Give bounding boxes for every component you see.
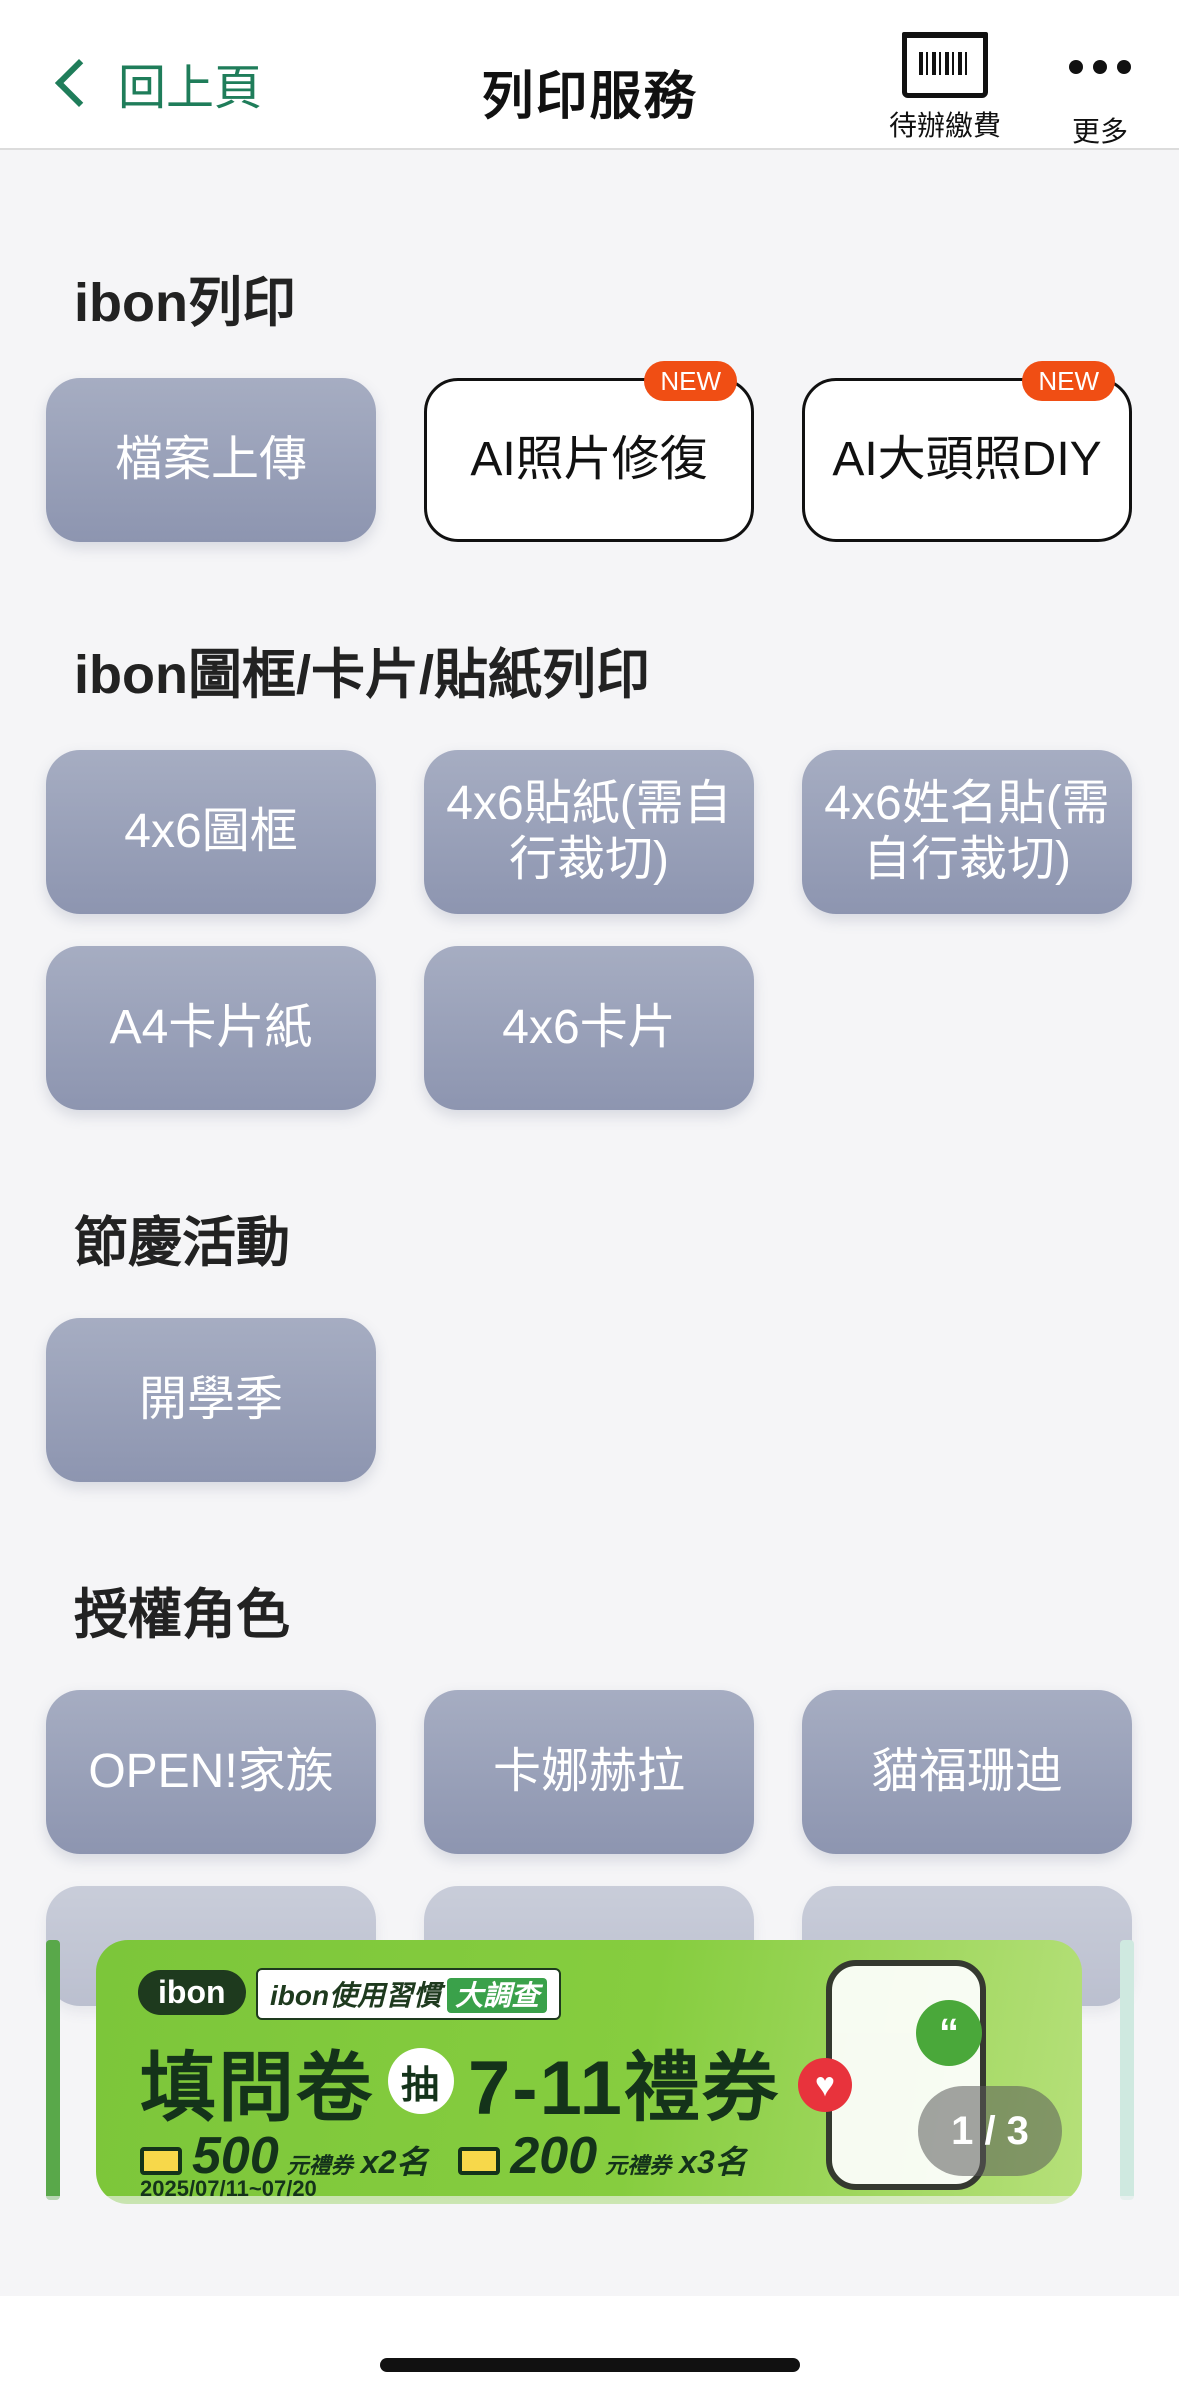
tile-label: 4x6卡片 [502,1001,676,1054]
tile-label: AI大頭照DIY [832,433,1102,486]
tile-label: 4x6圖框 [124,805,298,858]
carousel-next-peek [1120,1940,1134,2200]
tile-back-to-school[interactable]: 開學季 [46,1318,376,1482]
section-title-licensed: 授權角色 [74,1585,290,1645]
tile-label: 檔案上傳 [114,433,307,486]
tile-open-family[interactable]: OPEN!家族 [46,1690,376,1854]
tile-label: A4卡片紙 [109,1001,313,1054]
carousel-prev-peek [46,1940,60,2200]
tile-4x6-name-sticker[interactable]: 4x6姓名貼(需自行裁切) [802,750,1132,914]
new-badge: NEW [1022,361,1115,401]
more-dots-icon [1050,52,1150,82]
tile-a4-card-paper[interactable]: A4卡片紙 [46,946,376,1110]
tile-label: AI照片修復 [470,433,708,486]
tile-label: 4x6姓名貼(需自行裁切) [824,777,1110,886]
headline-draw: 抽 [388,2048,454,2114]
survey-tag: ibon使用習慣 大調查 [256,1968,562,2020]
prize2-unit: 元禮券 [605,2153,672,2178]
tile-4x6-sticker[interactable]: 4x6貼紙(需自行裁切) [424,750,754,914]
prize2-count: x3名 [679,2144,747,2180]
headline-right: 7-11禮券 [468,2046,780,2131]
section-title-festival: 節慶活動 [74,1213,290,1273]
tile-ai-photo-restore[interactable]: AI照片修復 NEW [424,361,754,542]
headline-left: 填問卷 [140,2046,374,2131]
tile-label: OPEN!家族 [88,1745,334,1798]
barcode-icon [902,32,988,98]
section-title-frames: ibon圖框/卡片/貼紙列印 [74,645,650,705]
banner-headline: 填問卷 抽 7-11禮券 [140,2026,780,2136]
tile-4x6-frame[interactable]: 4x6圖框 [46,750,376,914]
bottom-fade [0,2196,1179,2296]
tile-label: 開學季 [138,1373,283,1426]
new-badge: NEW [644,361,737,401]
tile-label: 4x6貼紙(需自行裁切) [446,777,732,886]
pending-payment-button[interactable]: 待辦繳費 [880,32,1010,144]
tile-4x6-card[interactable]: 4x6卡片 [424,946,754,1110]
home-bar-area [0,2296,1179,2398]
prize2-amount: 200 [510,2127,598,2185]
more-label: 更多 [1071,116,1128,147]
nav-bar: 回上頁 列印服務 待辦繳費 更多 [0,0,1179,150]
survey-tag-highlight: 大調查 [447,1978,548,2013]
heart-icon: ♥ [798,2058,852,2112]
more-button[interactable]: 更多 [1050,52,1150,150]
tile-kanahei[interactable]: 卡娜赫拉 [424,1690,754,1854]
carousel-pager: 1 / 3 [918,2086,1062,2176]
ticket-icon [458,2147,501,2175]
tile-sandy-cat[interactable]: 貓福珊迪 [802,1690,1132,1854]
tile-label: 貓福珊迪 [870,1745,1063,1798]
tile-label: 卡娜赫拉 [492,1745,685,1798]
tile-ai-headshot-diy[interactable]: AI大頭照DIY NEW [802,361,1132,542]
prize1-count: x2名 [360,2144,429,2180]
pending-payment-label: 待辦繳費 [888,110,1001,141]
section-title-print: ibon列印 [74,273,296,333]
tile-file-upload[interactable]: 檔案上傳 [46,378,376,542]
home-indicator[interactable] [380,2358,800,2372]
quote-bubble-icon: “ [916,2000,982,2066]
survey-tag-text: ibon使用習慣 [270,1980,442,2011]
ticket-icon [140,2147,182,2175]
ibon-logo: ibon [138,1970,246,2015]
